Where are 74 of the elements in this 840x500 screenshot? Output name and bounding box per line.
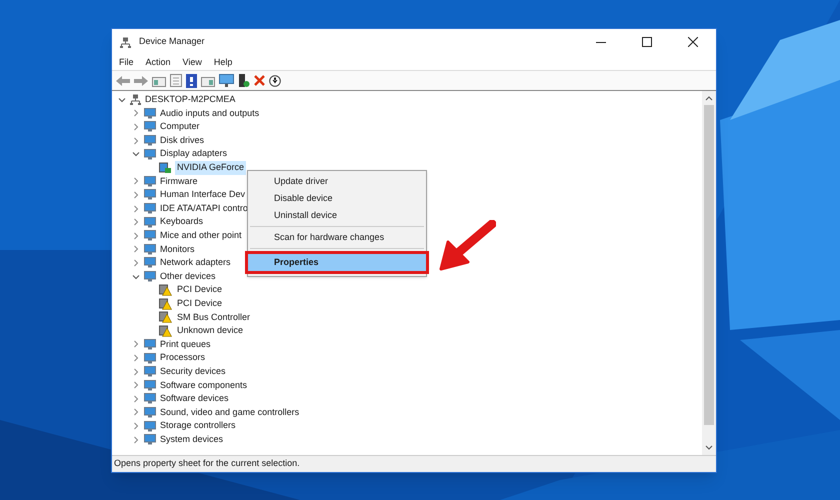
device-icon (144, 176, 156, 187)
properties-sheet-icon[interactable] (170, 74, 182, 87)
download-icon[interactable] (269, 74, 281, 86)
menu-item[interactable]: Help (208, 54, 238, 70)
device-icon (144, 148, 156, 160)
device-icon (144, 230, 156, 242)
forward-icon[interactable] (134, 76, 148, 86)
status-text: Opens property sheet for the current selection. (114, 457, 300, 470)
menu-item[interactable]: File (114, 54, 139, 70)
tree-item[interactable]: Disk drives (160, 134, 204, 148)
computer-tree-icon (130, 94, 141, 106)
tree-item[interactable]: Network adapters (160, 256, 231, 270)
tree-item[interactable]: Software devices (160, 392, 229, 406)
menu-item[interactable]: Scan for hardware changes (248, 229, 426, 246)
menu-item[interactable]: Update driver (248, 173, 426, 190)
monitor-icon[interactable] (219, 74, 234, 87)
device-icon (144, 420, 156, 432)
back-icon[interactable] (116, 76, 130, 86)
device-icon (144, 244, 156, 255)
device-icon (144, 203, 156, 214)
tree-item[interactable]: Keyboards (160, 215, 204, 229)
tree-item[interactable]: Monitors (160, 242, 195, 256)
device-icon (144, 189, 156, 200)
tree-item[interactable]: Unknown device (175, 324, 246, 338)
panel-icon[interactable] (152, 74, 166, 86)
device-icon (144, 108, 156, 119)
device-icon (144, 257, 156, 268)
device-icon (144, 380, 156, 391)
tree-item[interactable]: SM Bus Controller (175, 310, 252, 324)
tree-item[interactable]: Other devices (160, 270, 216, 284)
menu-item[interactable]: Uninstall device (248, 207, 426, 224)
device-icon (144, 216, 156, 228)
tree-item[interactable]: System devices (160, 432, 224, 446)
menu-item[interactable]: Disable device (248, 190, 426, 207)
device-icon (144, 434, 156, 446)
tree-item[interactable]: PCI Device (175, 296, 224, 310)
device-icon (144, 135, 156, 146)
delete-icon[interactable] (254, 75, 265, 86)
device-icon (144, 366, 156, 378)
maximize-icon (642, 37, 652, 47)
tree-item[interactable]: Sound, video and game controllers (160, 406, 300, 420)
tree-item[interactable]: Storage controllers (160, 419, 236, 433)
tree-item[interactable]: Firmware (160, 174, 198, 188)
chevron-down-icon[interactable] (132, 150, 140, 158)
chevron-down-icon[interactable] (118, 96, 126, 104)
tree-item[interactable]: PCI Device (175, 283, 224, 297)
device-icon (144, 338, 156, 350)
menu-item[interactable]: Properties (248, 254, 426, 271)
scrollbar[interactable] (702, 91, 716, 455)
tree-item[interactable]: Mice and other point (160, 228, 242, 242)
computer-tree-icon (120, 36, 131, 48)
tree-item[interactable]: Display adapters (160, 147, 228, 161)
tree-item[interactable]: Audio inputs and outputs (160, 106, 260, 120)
tree-item[interactable]: Processors (160, 351, 206, 365)
device-icon (144, 271, 156, 282)
chevron-down-icon[interactable] (132, 272, 140, 281)
tree-item[interactable]: Human Interface Dev (160, 188, 246, 202)
tree-item[interactable]: Print queues (160, 338, 211, 352)
tree-item[interactable]: DESKTOP-M2PCMEA (145, 93, 236, 107)
device-icon (144, 352, 156, 364)
menu-item[interactable]: Action (140, 54, 176, 70)
tree-item[interactable]: NVIDIA GeForce (175, 161, 246, 175)
tree-item[interactable]: Software components (160, 378, 248, 392)
tree-item[interactable]: Security devices (160, 364, 226, 378)
tree-item[interactable]: Computer (160, 120, 200, 134)
device-icon (144, 406, 156, 418)
tree-item[interactable]: IDE ATA/ATAPI contro (160, 202, 248, 216)
window-title: Device Manager (139, 35, 205, 48)
device-icon (144, 393, 156, 404)
arrow-drawing (438, 220, 496, 272)
menu-item[interactable]: View (178, 54, 207, 70)
device-icon (144, 121, 156, 132)
close-icon (688, 37, 698, 47)
panel-icon[interactable] (201, 74, 215, 86)
